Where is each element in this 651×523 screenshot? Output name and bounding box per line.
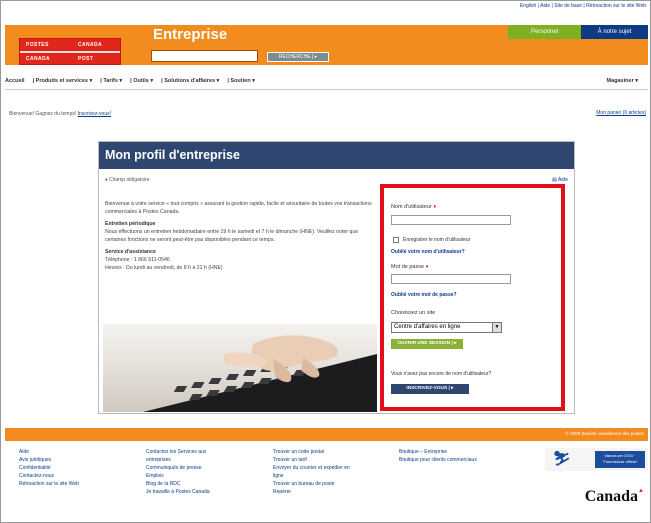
- logo-text: CANADA: [78, 42, 103, 48]
- footer-link[interactable]: Repérer: [273, 488, 350, 496]
- footer-column-2: Contactez les Services aux entreprises C…: [146, 448, 210, 496]
- help-link[interactable]: ▤ Aide: [552, 177, 568, 183]
- maintenance-paragraph: Nous effectuons un entretien hebdomadair…: [105, 229, 359, 243]
- footer-column-4: Boutique – Entreprise Boutique pour clie…: [399, 448, 477, 464]
- cart-link[interactable]: Mon panier (0 articles): [596, 110, 646, 116]
- footer-link[interactable]: Trouver un tarif: [273, 456, 350, 464]
- footer-column-3: Trouver un code postal Trouver un tarif …: [273, 448, 350, 496]
- support-phone: Téléphone : 1 866 511-0546: [105, 257, 170, 263]
- footer-link[interactable]: Avis juridiques: [19, 456, 79, 464]
- search-input[interactable]: [151, 50, 258, 62]
- maple-leaf-icon: ▲: [638, 488, 644, 494]
- logo-stripe: [20, 51, 120, 53]
- footer-link[interactable]: Communiqués de presse: [146, 464, 210, 472]
- footer-link[interactable]: Confidentialité: [19, 464, 79, 472]
- nav-item-support[interactable]: Soutien ▾: [230, 78, 254, 84]
- footer-link[interactable]: Je travaille à Postes Canada: [146, 488, 210, 496]
- help-label: Aide: [557, 177, 568, 183]
- nav-item-rates[interactable]: Tarifs ▾: [103, 78, 122, 84]
- section-title: Entreprise: [153, 26, 228, 43]
- logo-text: CANADA: [26, 56, 51, 62]
- footer-link[interactable]: Boutique pour clients commerciaux: [399, 456, 477, 464]
- signup-link[interactable]: Inscrivez-vous!: [78, 111, 111, 117]
- footer-link[interactable]: Emplois: [146, 472, 210, 480]
- footer-column-1: Aide Avis juridiques Confidentialité Con…: [19, 448, 79, 488]
- footer-link[interactable]: Rétroaction sur le site Web: [19, 480, 79, 488]
- tab-personal[interactable]: Personnel: [508, 25, 581, 39]
- canada-wordmark: Canada▲: [585, 488, 644, 506]
- page-title: Mon profil d'entreprise: [105, 148, 240, 162]
- welcome-message: Bienvenue! Gagnez du temps! Inscrivez-vo…: [9, 111, 111, 117]
- footer-link[interactable]: Contactez les Services aux: [146, 448, 210, 456]
- wordmark-text: Canada: [584, 488, 639, 505]
- highlight-box: [380, 184, 565, 411]
- footer-link[interactable]: Aide: [19, 448, 79, 456]
- nav-item-shop[interactable]: Magasiner ▾: [607, 78, 639, 84]
- panel-title-bar: Mon profil d'entreprise: [99, 142, 574, 169]
- nav-item-home[interactable]: Accueil: [5, 78, 25, 84]
- intro-text-block: Bienvenue à votre service « tout compris…: [105, 200, 373, 272]
- footer-link[interactable]: Trouver un bureau de poste: [273, 480, 350, 488]
- utility-links[interactable]: English | Aide | Site de base | Rétroact…: [520, 3, 646, 9]
- footer-link[interactable]: entreprises: [146, 456, 210, 464]
- browser-page: English | Aide | Site de base | Rétroact…: [0, 0, 651, 523]
- intro-paragraph: Bienvenue à votre service « tout compris…: [105, 201, 372, 215]
- olympic-sponsor-text: Vancouver 2010 · Fournisseur officiel: [595, 451, 645, 468]
- footer-link[interactable]: Envoyer du courrier et expédier en: [273, 464, 350, 472]
- footer-link[interactable]: ligne: [273, 472, 350, 480]
- logo-text: POST: [78, 56, 94, 62]
- footer-link[interactable]: Boutique – Entreprise: [399, 448, 477, 456]
- copyright-text: © 2009 Société canadienne des postes: [565, 431, 644, 436]
- nav-item-products[interactable]: Produits et services ▾: [36, 78, 93, 84]
- canada-post-logo[interactable]: POSTES CANADA CANADA POST: [19, 38, 121, 65]
- nav-item-solutions[interactable]: Solutions d'affaires ▾: [164, 78, 219, 84]
- footer-link[interactable]: Blog de la RDC: [146, 480, 210, 488]
- required-text: Champ obligatoire: [108, 177, 150, 183]
- footer-link[interactable]: Contactez-nous: [19, 472, 79, 480]
- support-hours: Heures : Du lundi au vendredi, de 8 h à …: [105, 265, 223, 271]
- nav-item-tools[interactable]: Outils ▾: [133, 78, 153, 84]
- search-button[interactable]: RECHERCHE | ▸: [267, 52, 329, 62]
- main-nav: Accueil | Produits et services ▾ | Tarifs …: [5, 78, 648, 90]
- footer-bar: © 2009 Société canadienne des postes: [5, 428, 648, 441]
- required-note: ♦ Champ obligatoire: [105, 177, 150, 183]
- support-heading: Service d'assistance: [105, 249, 156, 255]
- welcome-text: Bienvenue! Gagnez du temps!: [9, 111, 77, 117]
- maintenance-heading: Entretien périodique: [105, 221, 156, 227]
- keyboard-photo: [103, 324, 377, 412]
- logo-text: POSTES: [26, 42, 49, 48]
- olympic-emblem-icon: ⛷: [553, 450, 571, 466]
- olympic-sponsor-badge[interactable]: ⛷ Vancouver 2010 · Fournisseur officiel: [545, 448, 648, 471]
- tab-about-us[interactable]: À notre sujet: [581, 25, 648, 39]
- footer-link[interactable]: Trouver un code postal: [273, 448, 350, 456]
